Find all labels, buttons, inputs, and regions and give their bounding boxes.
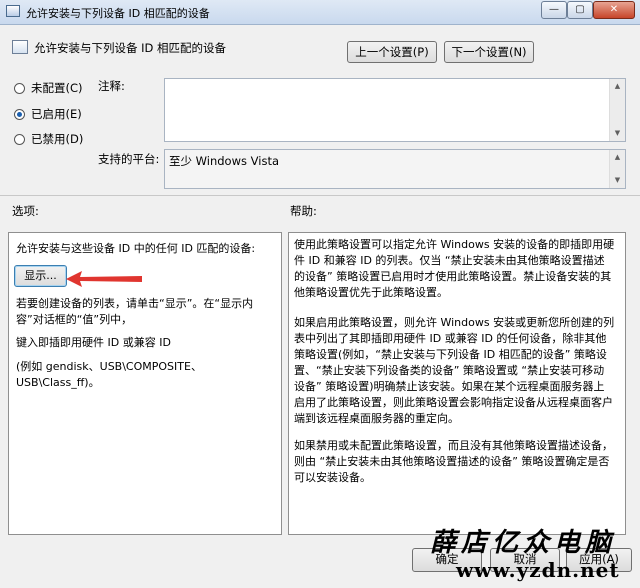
- platform-textbox: 至少 Windows Vista ▲ ▼: [164, 149, 626, 189]
- red-arrow-icon: [66, 271, 142, 287]
- platform-label: 支持的平台:: [98, 152, 160, 166]
- section-divider: [0, 195, 640, 196]
- options-text-line4a: (例如 gendisk、USB\COMPOSITE、: [16, 360, 202, 373]
- previous-setting-button[interactable]: 上一个设置(P): [347, 41, 437, 63]
- comment-textbox[interactable]: ▲ ▼: [164, 78, 626, 142]
- window-title: 允许安装与下列设备 ID 相匹配的设备: [26, 7, 210, 20]
- show-button[interactable]: 显示...: [14, 265, 67, 287]
- comment-scrollbar[interactable]: ▲ ▼: [609, 79, 625, 141]
- help-text: 如果启用此策略设置，则允许 Windows 安装或更新您所创建的列: [294, 316, 615, 329]
- radio-circle[interactable]: [14, 83, 25, 94]
- close-button[interactable]: ✕: [593, 1, 635, 19]
- help-heading: 帮助:: [290, 204, 317, 218]
- maximize-button[interactable]: ▢: [567, 1, 593, 19]
- help-text: 表中列出了其即插即用硬件 ID 或兼容 ID 的任何设备，除非其他: [294, 332, 607, 345]
- radio-circle-checked[interactable]: [14, 109, 25, 120]
- comment-label: 注释:: [98, 79, 125, 93]
- scroll-down-icon[interactable]: ▼: [610, 173, 625, 188]
- radio-enabled[interactable]: 已启用(E): [14, 106, 82, 122]
- help-text: 策略设置(例如，“禁止安装与下列设备 ID 相匹配的设备” 策略设: [294, 348, 607, 361]
- radio-label: 未配置(C): [31, 81, 83, 95]
- radio-label: 已启用(E): [31, 107, 82, 121]
- next-setting-button[interactable]: 下一个设置(N): [444, 41, 534, 63]
- options-heading: 选项:: [12, 204, 39, 218]
- watermark-text: 薛店亿众电脑: [430, 528, 617, 558]
- scroll-up-icon[interactable]: ▲: [610, 150, 625, 165]
- help-text: 可以安装设备。: [294, 471, 371, 484]
- help-text: 设备” 策略设置)明确禁止该安装。如果在某个远程桌面服务器上: [294, 380, 605, 393]
- help-text: 他策略设置优先于此策略设置。: [294, 286, 448, 299]
- help-text: 端到该远程桌面服务器的重定向。: [294, 412, 459, 425]
- help-panel: 使用此策略设置可以指定允许 Windows 安装的设备的即插即用硬 件 ID 和…: [288, 232, 626, 535]
- scroll-up-icon[interactable]: ▲: [610, 79, 625, 94]
- options-text-line3: 键入即插即用硬件 ID 或兼容 ID: [16, 336, 171, 349]
- options-panel: 允许安装与这些设备 ID 中的任何 ID 匹配的设备: 显示... 若要创建设备…: [8, 232, 282, 535]
- options-text-line4b: USB\Class_ff)。: [16, 376, 100, 389]
- platform-scrollbar[interactable]: ▲ ▼: [609, 150, 625, 188]
- help-text: 件 ID 和兼容 ID 的列表。仅当 “禁止安装未由其他策略设置描述: [294, 254, 605, 267]
- scroll-down-icon[interactable]: ▼: [610, 126, 625, 141]
- setting-title: 允许安装与下列设备 ID 相匹配的设备: [34, 41, 227, 55]
- policy-window-icon: [6, 5, 20, 17]
- minimize-button[interactable]: —: [541, 1, 567, 19]
- title-bar: 允许安装与下列设备 ID 相匹配的设备 — ▢ ✕: [0, 0, 640, 25]
- help-text: 如果禁用或未配置此策略设置，而且没有其他策略设置描述设备，: [294, 439, 613, 452]
- radio-label: 已禁用(D): [31, 132, 84, 146]
- help-text: 置、“禁止安装下列设备类的设备” 策略设置或 “禁止安装可移动: [294, 364, 605, 377]
- options-text-line2b: 容”对话框的“值”列中，: [16, 313, 133, 326]
- help-text: 启用了此策略设置，则此策略设置会影响指定设备从远程桌面客户: [294, 396, 613, 409]
- radio-disabled[interactable]: 已禁用(D): [14, 131, 83, 147]
- help-text: 则由 “禁止安装未由其他策略设置描述的设备” 策略设置确定是否: [294, 455, 610, 468]
- radio-not-configured[interactable]: 未配置(C): [14, 80, 83, 96]
- options-text-line1: 允许安装与这些设备 ID 中的任何 ID 匹配的设备:: [16, 242, 256, 255]
- radio-circle[interactable]: [14, 134, 25, 145]
- policy-setting-window: 允许安装与下列设备 ID 相匹配的设备 — ▢ ✕ 允许安装与下列设备 ID 相…: [0, 0, 640, 588]
- watermark-url: www.yzdn.net: [456, 558, 620, 582]
- help-text: 使用此策略设置可以指定允许 Windows 安装的设备的即插即用硬: [294, 238, 615, 251]
- help-text: 的设备” 策略设置已启用时才使用此策略设置。禁止设备安装的其: [294, 270, 612, 283]
- platform-value: 至少 Windows Vista: [169, 154, 280, 168]
- policy-setting-icon: [12, 40, 28, 54]
- options-text-line2a: 若要创建设备的列表，请单击“显示”。在“显示内: [16, 297, 254, 310]
